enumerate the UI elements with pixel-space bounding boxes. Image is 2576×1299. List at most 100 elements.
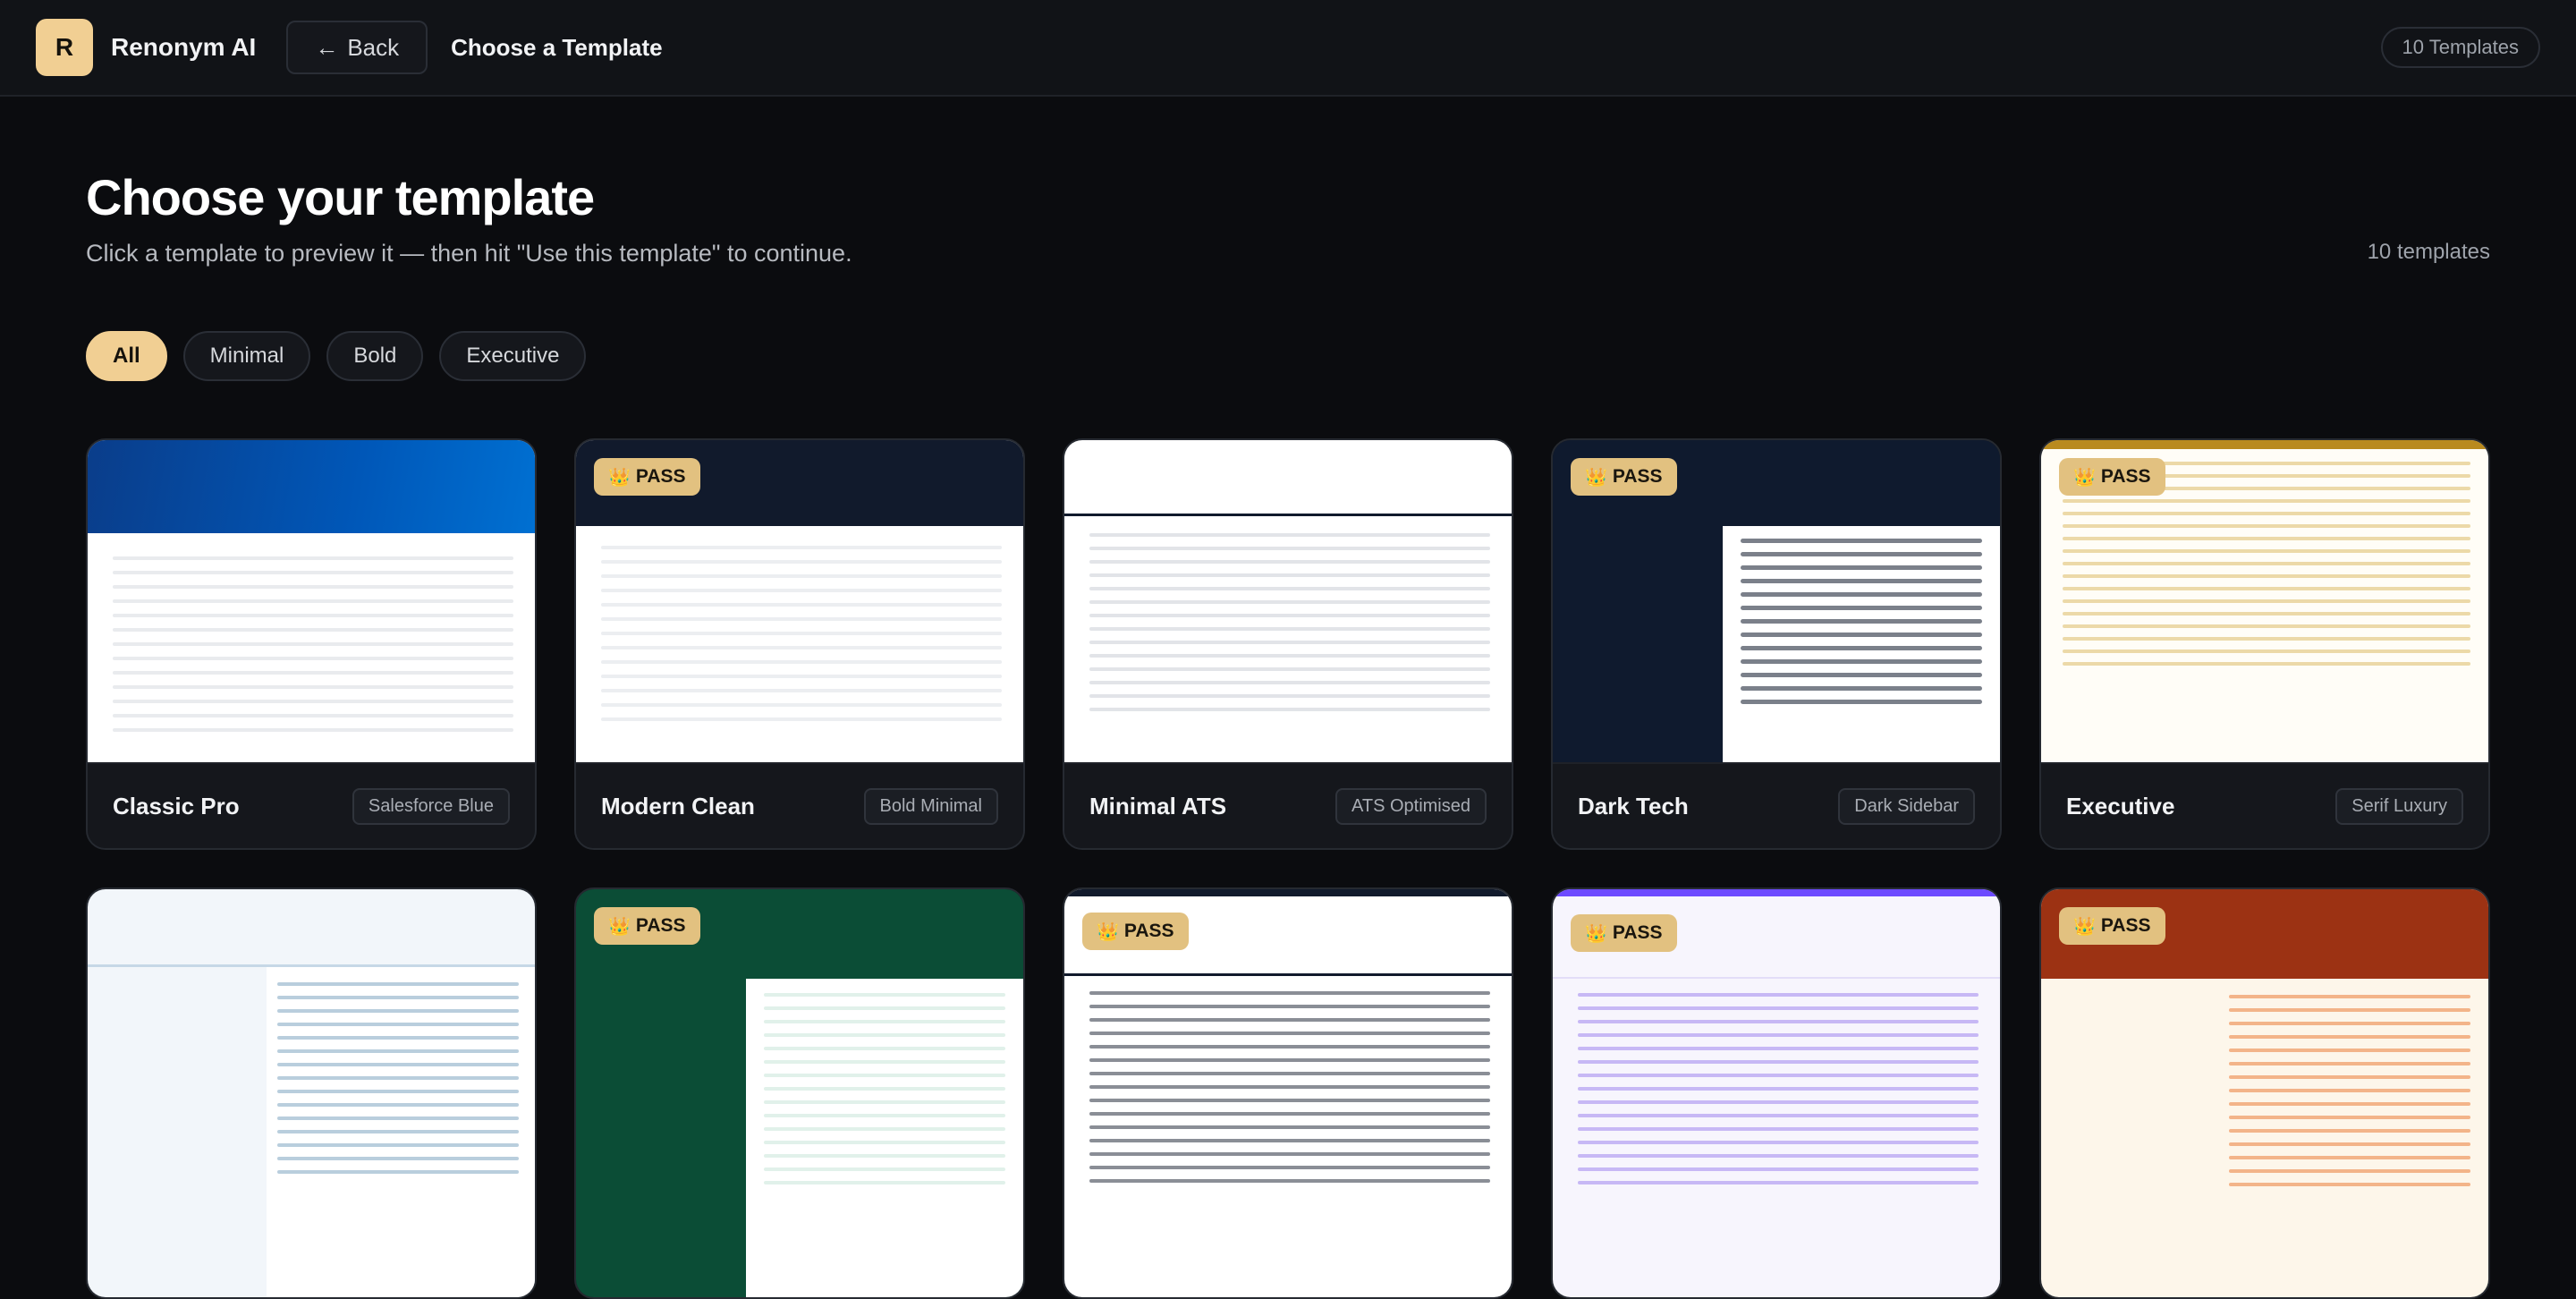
filter-minimal[interactable]: Minimal	[182, 331, 311, 381]
template-card[interactable]: Classic Pro Salesforce Blue	[86, 438, 537, 850]
template-card[interactable]: 👑 PASS	[1551, 887, 2002, 1299]
preview-line	[764, 1074, 1005, 1077]
preview-line	[764, 1141, 1005, 1144]
preview-line	[277, 1076, 519, 1080]
preview-line	[764, 1127, 1005, 1131]
preview-line	[113, 628, 513, 632]
pass-badge: 👑 PASS	[594, 907, 700, 945]
filter-executive[interactable]: Executive	[439, 331, 587, 381]
preview-line	[1741, 619, 1982, 624]
template-preview	[88, 889, 535, 1297]
preview-line	[1089, 991, 1490, 995]
preview-line	[1089, 1085, 1490, 1089]
preview-line	[1089, 560, 1490, 564]
preview-line	[2063, 537, 2470, 540]
preview-line	[2229, 1183, 2470, 1186]
preview-line	[1089, 641, 1490, 644]
preview-line	[277, 1170, 519, 1174]
template-card[interactable]: 👑 PASS	[2039, 887, 2490, 1299]
preview-line	[277, 1036, 519, 1040]
preview-line	[1741, 659, 1982, 664]
preview-line	[764, 1154, 1005, 1158]
preview-line	[2063, 637, 2470, 641]
filter-bold[interactable]: Bold	[326, 331, 424, 381]
template-card[interactable]: Minimal ATS ATS Optimised	[1063, 438, 1513, 850]
preview-line	[277, 996, 519, 999]
preview-line	[1089, 1166, 1490, 1169]
crown-icon: 👑	[608, 916, 631, 937]
preview-line	[2063, 650, 2470, 653]
main-content: Choose your template Click a template to…	[0, 97, 2576, 1299]
preview-line	[1089, 694, 1490, 698]
arrow-left-icon: ←	[315, 33, 339, 61]
crown-icon: 👑	[1585, 467, 1607, 488]
template-preview	[2041, 889, 2488, 1297]
preview-line	[601, 660, 1002, 664]
template-tag: ATS Optimised	[1335, 787, 1487, 825]
template-preview	[1064, 440, 1512, 764]
preview-line	[2063, 512, 2470, 515]
preview-line	[1089, 654, 1490, 658]
preview-line	[113, 714, 513, 717]
filter-all[interactable]: All	[86, 331, 167, 381]
preview-line	[113, 614, 513, 617]
template-grid: Classic Pro Salesforce Blue 👑 PASS Modern…	[86, 438, 2490, 1299]
preview-line	[1089, 614, 1490, 617]
preview-line	[2229, 1089, 2470, 1092]
preview-line	[277, 1049, 519, 1053]
preview-line	[1578, 1006, 1979, 1010]
preview-line	[113, 700, 513, 703]
preview-line	[764, 1060, 1005, 1064]
preview-line	[1578, 1087, 1979, 1091]
preview-line	[277, 1157, 519, 1160]
preview-line	[1089, 533, 1490, 537]
logo: R	[36, 19, 93, 76]
preview-line	[1578, 1154, 1979, 1158]
preview-line	[2063, 499, 2470, 503]
preview-line	[1741, 592, 1982, 597]
template-name: Modern Clean	[601, 792, 755, 819]
preview-line	[2063, 587, 2470, 590]
template-card[interactable]: 👑 PASS Dark Tech Dark Sidebar	[1551, 438, 2002, 850]
preview-line	[2063, 624, 2470, 628]
preview-line	[601, 675, 1002, 678]
preview-line	[2229, 1062, 2470, 1066]
preview-line	[2229, 995, 2470, 998]
template-card[interactable]: 👑 PASS	[1063, 887, 1513, 1299]
preview-line	[764, 1047, 1005, 1050]
template-card[interactable]	[86, 887, 537, 1299]
preview-line	[2229, 1008, 2470, 1012]
preview-line	[601, 646, 1002, 650]
page-title: Choose your template	[86, 169, 595, 225]
preview-line	[2063, 574, 2470, 578]
template-preview	[88, 440, 535, 764]
template-tag: Salesforce Blue	[352, 787, 510, 825]
crown-icon: 👑	[608, 467, 631, 488]
template-card[interactable]: 👑 PASS	[574, 887, 1025, 1299]
pass-badge: 👑 PASS	[2059, 458, 2165, 496]
filter-chips: All Minimal Bold Executive	[86, 331, 587, 381]
preview-line	[601, 546, 1002, 549]
template-name: Executive	[2066, 792, 2175, 819]
preview-line	[1089, 1072, 1490, 1075]
preview-line	[764, 1100, 1005, 1104]
template-preview	[576, 889, 1023, 1297]
template-name: Classic Pro	[113, 792, 240, 819]
template-preview	[1064, 889, 1512, 1297]
templates-count: 10 templates	[2367, 240, 2490, 264]
preview-line	[1578, 1127, 1979, 1131]
template-card[interactable]: 👑 PASS Executive Serif Luxury	[2039, 438, 2490, 850]
template-card[interactable]: 👑 PASS Modern Clean Bold Minimal	[574, 438, 1025, 850]
preview-line	[764, 993, 1005, 997]
preview-line	[113, 657, 513, 660]
preview-line	[601, 603, 1002, 607]
preview-line	[2063, 562, 2470, 565]
preview-line	[277, 1143, 519, 1147]
preview-line	[1089, 547, 1490, 550]
preview-line	[1741, 646, 1982, 650]
preview-line	[764, 1114, 1005, 1117]
back-button[interactable]: ← Back	[286, 21, 428, 74]
preview-line	[1089, 1179, 1490, 1183]
preview-line	[2063, 599, 2470, 603]
preview-line	[2063, 524, 2470, 528]
